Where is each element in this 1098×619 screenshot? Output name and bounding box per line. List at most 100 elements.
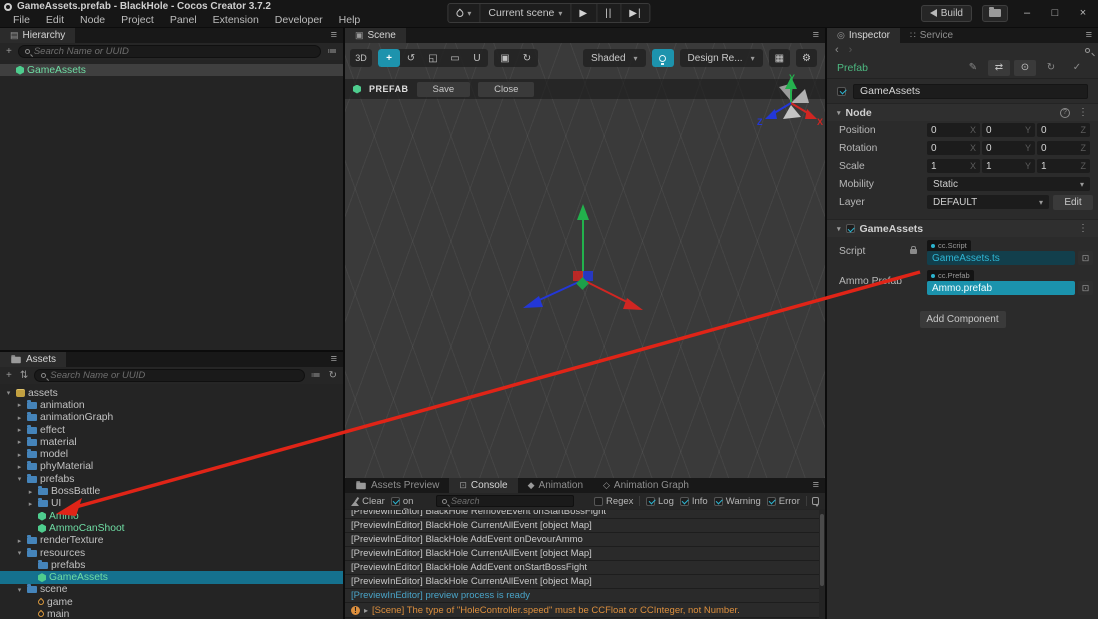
close-button[interactable]: × [1074,7,1092,19]
expand-icon[interactable]: ▸ [15,537,24,545]
tree-item-model[interactable]: ▸ model [0,448,343,460]
collapse-icon[interactable]: ▾ [4,389,13,397]
pin-icon[interactable] [1085,47,1090,53]
panel-menu-icon[interactable]: ≡ [813,479,819,491]
rotate-tool-button[interactable]: ↺ [400,49,422,67]
tab-console[interactable]: ⊡ Console [449,478,518,493]
component-enabled-checkbox[interactable] [845,224,855,233]
menu-item-developer[interactable]: Developer [268,14,330,26]
log-filter-checkbox[interactable]: Log [646,496,674,507]
script-asset-field[interactable]: GameAssets.ts [927,251,1075,265]
scene-viewport[interactable]: 3D + ↺ ◱ ▭ U ▣ ↻ Shaded ▾ Design Re... ▾… [345,43,825,478]
expand-icon[interactable]: ▸ [364,606,368,615]
component-section-header[interactable]: ▾ GameAssets ⋮ [827,219,1098,237]
menu-item-panel[interactable]: Panel [163,14,204,26]
prefab-close-button[interactable]: Close [478,81,535,97]
sort-assets-icon[interactable]: ⇅ [18,370,30,381]
panel-menu-icon[interactable]: ≡ [813,29,819,41]
tree-item-bossbattle[interactable]: ▸ BossBattle [0,485,343,497]
unlink-prefab-button[interactable]: ⇄ [988,59,1010,76]
info-filter-checkbox[interactable]: Info [679,496,708,507]
prefab-save-button[interactable]: Save [416,81,471,97]
panel-menu-icon[interactable]: ≡ [1086,29,1092,41]
hierarchy-search-input[interactable] [33,46,314,57]
console-log-log[interactable]: [PreviewInEditor] BlackHole CurrentAllEv… [345,519,819,533]
maximize-button[interactable]: □ [1046,7,1064,19]
menu-item-file[interactable]: File [6,14,37,26]
navigation-gizmo[interactable]: Y X Z [753,71,825,135]
mobility-select[interactable]: Static ▾ [927,177,1090,191]
minimize-button[interactable]: – [1018,7,1036,19]
scene-settings-button[interactable]: ⚙ [796,49,817,67]
create-node-button[interactable]: + [4,46,14,57]
collapse-icon[interactable]: ▾ [15,549,24,557]
scale-z-field[interactable]: 1Z [1037,159,1090,173]
help-icon[interactable]: ? [1060,107,1070,118]
preview-platform-select[interactable]: ▾ [448,4,481,22]
scale-y-field[interactable]: 1Y [982,159,1035,173]
menu-item-project[interactable]: Project [114,14,161,26]
build-button[interactable]: Build [920,4,972,22]
layer-edit-button[interactable]: Edit [1053,194,1093,210]
tree-item-prefabs[interactable]: ▾ prefabs [0,473,343,485]
ammo-prefab-asset-field[interactable]: Ammo.prefab [927,281,1075,295]
panel-menu-icon[interactable]: ≡ [331,353,337,365]
history-forward-button[interactable]: › [849,44,853,56]
collapse-icon[interactable]: ▾ [15,475,24,483]
console-log-log[interactable]: [PreviewInEditor] BlackHole AddEvent onD… [345,533,819,547]
tab-scene[interactable]: ▣ Scene [345,28,406,43]
tab-service[interactable]: ∷ Service [900,28,964,43]
toggle-3d-button[interactable]: 3D [350,49,372,67]
apply-prefab-button[interactable]: ✓ [1066,60,1088,76]
menu-item-help[interactable]: Help [332,14,368,26]
position-z-field[interactable]: 0Z [1037,123,1090,137]
pause-button[interactable]: || [597,4,622,22]
warning-filter-checkbox[interactable]: Warning [713,496,761,507]
node-section-header[interactable]: ▾ Node ? ⋮ [827,103,1098,121]
node-active-checkbox[interactable] [837,86,846,96]
tree-item-gameassets[interactable]: GameAssets [0,64,343,77]
console-log-warning[interactable]: ! ▸ [Scene] The type of "HoleController.sp… [345,603,819,618]
node-name-input[interactable] [853,83,1088,99]
console-log-log[interactable]: [PreviewInEditor] BlackHole AddEvent onS… [345,561,819,575]
assets-search[interactable] [34,369,305,382]
scale-x-field[interactable]: 1X [927,159,980,173]
locate-prefab-button[interactable]: ⊙ [1014,59,1036,76]
tree-item-phymaterial[interactable]: ▸ phyMaterial [0,461,343,473]
position-y-field[interactable]: 0Y [982,123,1035,137]
transform-tool-button[interactable]: U [466,49,488,67]
hierarchy-search[interactable] [17,45,321,58]
play-button[interactable]: ▶ [571,4,598,22]
expand-icon[interactable]: ▸ [15,451,24,459]
rotation-y-field[interactable]: 0Y [982,141,1035,155]
tree-item-game[interactable]: game [0,596,343,608]
filter-list-icon[interactable]: ≔ [309,370,323,381]
tree-item-rendertexture[interactable]: ▸ renderTexture [0,535,343,547]
step-button[interactable]: ▶| [621,4,649,22]
assets-search-input[interactable] [50,370,298,381]
scale-tool-button[interactable]: ◱ [422,49,444,67]
coordinate-toggle-button[interactable]: ↻ [516,49,538,67]
tree-item-prefabs[interactable]: prefabs [0,559,343,571]
expand-icon[interactable]: ▸ [26,500,35,508]
log-detail-icon[interactable] [812,497,819,507]
tab-inspector[interactable]: ◎ Inspector [827,28,900,43]
tree-item-main[interactable]: main [0,608,343,619]
tree-item-effect[interactable]: ▸ effect [0,424,343,436]
lighting-toggle-button[interactable] [651,49,674,67]
move-tool-button[interactable]: + [378,49,400,67]
node-menu-icon[interactable]: ⋮ [1078,107,1088,118]
position-x-field[interactable]: 0X [927,123,980,137]
rect-tool-button[interactable]: ▭ [444,49,466,67]
expand-icon[interactable]: ▸ [15,414,24,422]
regex-checkbox[interactable]: Regex [593,496,633,507]
layer-select[interactable]: DEFAULT ▾ [927,195,1049,209]
console-search-input[interactable] [451,496,569,506]
browse-script-button[interactable]: ⊡ [1078,251,1093,265]
scene-select[interactable]: Current scene ▾ [480,4,572,22]
tab-assets[interactable]: Assets [0,352,67,367]
restore-prefab-button[interactable]: ↻ [1040,60,1062,76]
clear-button[interactable]: Clear [362,496,385,507]
expand-icon[interactable]: ▸ [15,438,24,446]
tab-hierarchy[interactable]: ▤ Hierarchy [0,28,76,43]
